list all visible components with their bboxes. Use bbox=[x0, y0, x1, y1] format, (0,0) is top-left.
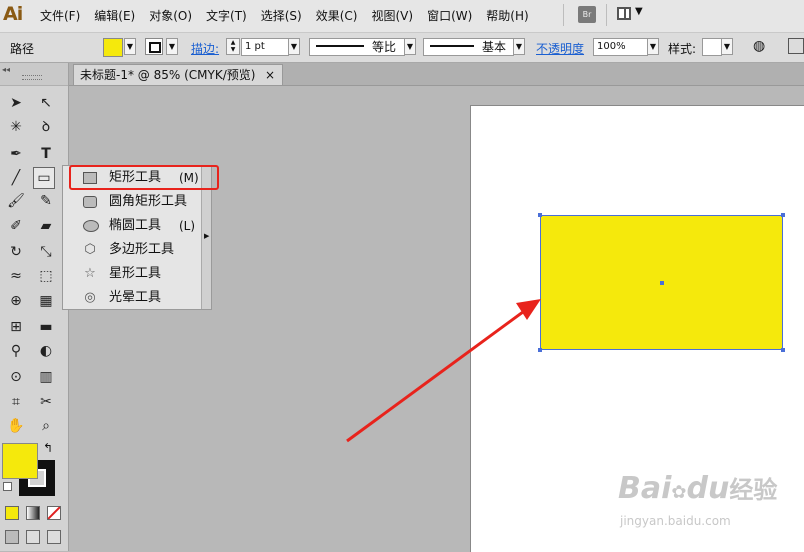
watermark-brand2: du bbox=[686, 471, 730, 506]
flyout-item-label: 星形工具 bbox=[109, 266, 162, 281]
watermark-text: 经验 bbox=[729, 476, 778, 504]
flyout-item-label: 椭圆工具 bbox=[109, 218, 162, 233]
rounded-rectangle-icon bbox=[83, 196, 97, 208]
tearoff-arrow-icon: ▶ bbox=[204, 232, 210, 240]
flyout-item-flare[interactable]: ◎ 光晕工具 bbox=[81, 287, 206, 309]
fill-color-box[interactable] bbox=[2, 443, 38, 479]
highlight-box bbox=[69, 165, 219, 190]
flyout-item-polygon[interactable]: ⬡ 多边形工具 bbox=[81, 239, 206, 261]
flare-icon: ◎ bbox=[84, 290, 96, 305]
flyout-item-star[interactable]: ☆ 星形工具 bbox=[81, 263, 206, 285]
watermark: Bai✿du经验 jingyan.baidu.com bbox=[618, 470, 778, 528]
watermark-paw-icon: ✿ bbox=[671, 482, 687, 503]
star-icon: ☆ bbox=[84, 266, 96, 281]
flyout-item-label: 光晕工具 bbox=[109, 290, 162, 305]
flyout-item-label: 圆角矩形工具 bbox=[109, 194, 188, 209]
ellipse-icon bbox=[83, 220, 99, 232]
flyout-item-ellipse[interactable]: 椭圆工具 (L) bbox=[81, 215, 206, 237]
polygon-icon: ⬡ bbox=[84, 242, 96, 257]
flyout-item-label: 多边形工具 bbox=[109, 242, 175, 257]
watermark-url: jingyan.baidu.com bbox=[620, 514, 731, 528]
flyout-item-shortcut: (L) bbox=[179, 219, 196, 233]
flyout-item-rounded-rectangle[interactable]: 圆角矩形工具 bbox=[81, 191, 206, 213]
watermark-brand: Bai bbox=[618, 471, 672, 506]
